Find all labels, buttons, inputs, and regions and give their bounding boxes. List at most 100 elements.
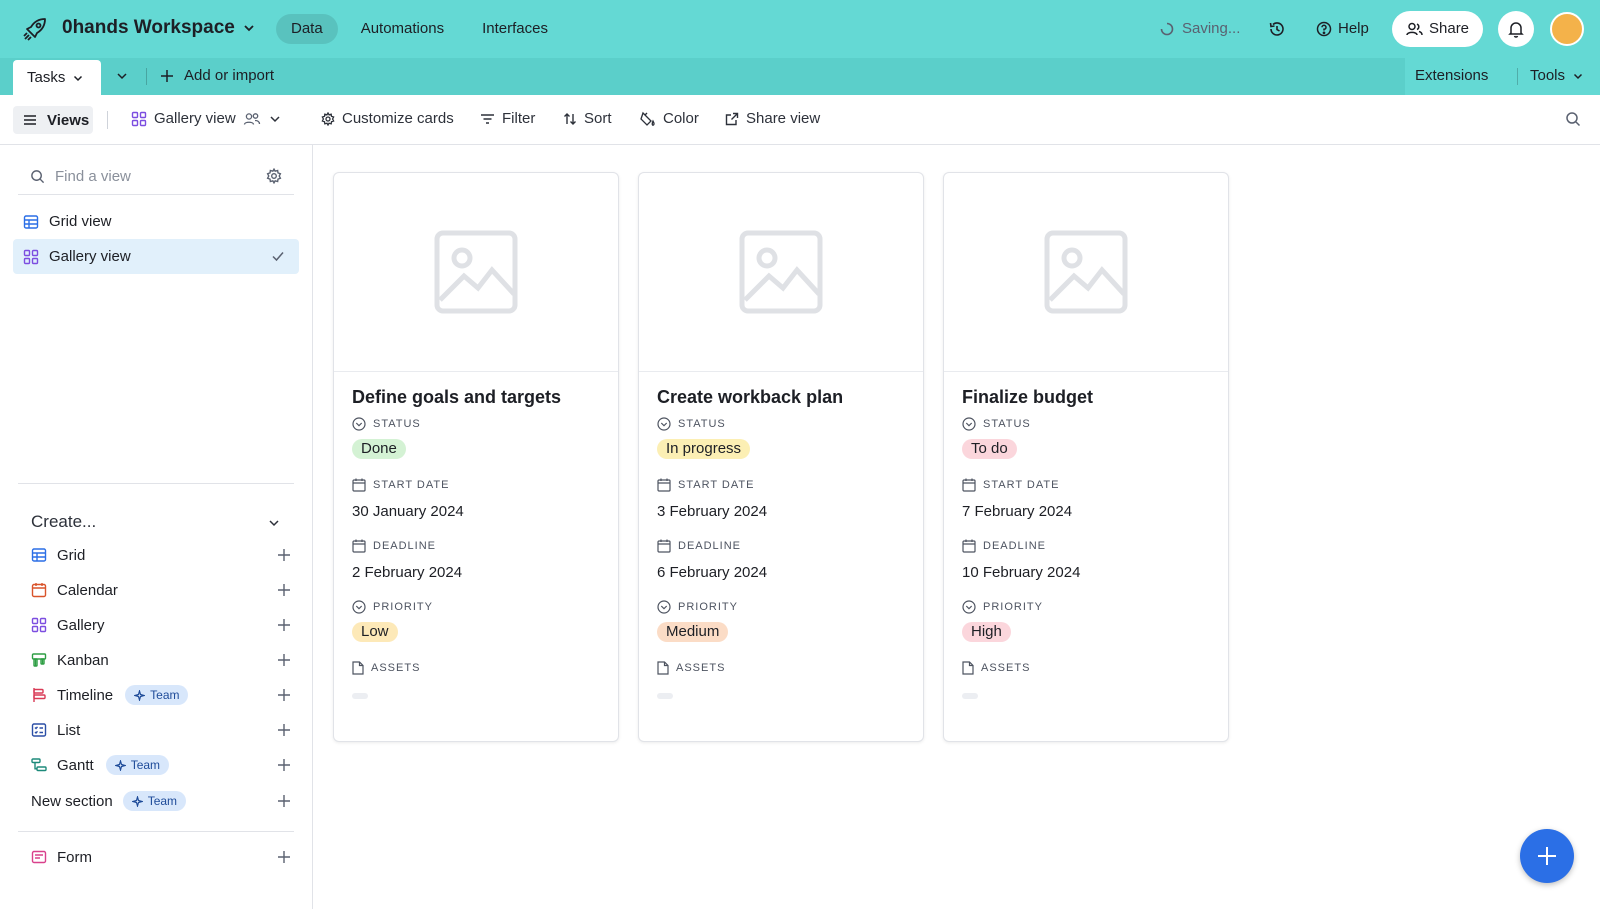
add-import-label: Add or import <box>184 67 275 84</box>
calendar-icon <box>962 478 976 492</box>
gallery-card[interactable]: Define goals and targets STATUS Done STA… <box>333 172 619 742</box>
field-label-text: STATUS <box>678 418 726 430</box>
external-link-icon <box>725 112 739 126</box>
search-icon <box>30 169 45 184</box>
gantt-icon <box>31 757 47 773</box>
help-button[interactable]: Help <box>1316 20 1369 37</box>
share-view-button[interactable]: Share view <box>725 110 820 127</box>
plus-icon[interactable] <box>277 850 291 864</box>
tools-button[interactable]: Tools <box>1530 67 1583 84</box>
file-icon <box>962 661 974 675</box>
gallery-card[interactable]: Finalize budget STATUS To do START DATE … <box>943 172 1229 742</box>
plus-icon[interactable] <box>277 758 291 772</box>
plus-icon <box>1536 845 1558 867</box>
share-button[interactable]: Share <box>1392 11 1484 47</box>
nav-interfaces[interactable]: Interfaces <box>467 14 563 44</box>
tab-tasks[interactable]: Tasks <box>13 60 101 95</box>
chevron-down-icon[interactable] <box>267 516 281 530</box>
filter-label: Filter <box>502 110 536 127</box>
views-toggle-button[interactable]: Views <box>13 106 93 134</box>
image-placeholder-icon <box>434 230 518 314</box>
deadline-value: 2 February 2024 <box>352 564 463 581</box>
extensions-button[interactable]: Extensions <box>1415 67 1488 84</box>
create-new-section[interactable]: New section Team <box>31 787 291 815</box>
create-grid[interactable]: Grid <box>31 541 291 569</box>
gear-icon[interactable] <box>266 168 282 184</box>
current-view-button[interactable]: Gallery view <box>131 110 282 127</box>
priority-icon <box>352 600 366 614</box>
create-gallery[interactable]: Gallery <box>31 611 291 639</box>
calendar-icon <box>352 478 366 492</box>
plus-icon[interactable] <box>277 653 291 667</box>
plus-icon[interactable] <box>277 548 291 562</box>
customize-cards-button[interactable]: Customize cards <box>321 110 454 127</box>
card-image-placeholder <box>639 173 923 372</box>
sort-button[interactable]: Sort <box>563 110 612 127</box>
create-list[interactable]: List <box>31 716 291 744</box>
nav-automations[interactable]: Automations <box>346 14 459 44</box>
field-label-priority: PRIORITY <box>962 600 1043 614</box>
create-form[interactable]: Form <box>31 843 291 871</box>
timeline-icon <box>31 687 47 703</box>
card-title: Define goals and targets <box>352 387 562 407</box>
sparkle-icon <box>134 689 146 701</box>
field-label-priority: PRIORITY <box>352 600 433 614</box>
field-label-start-date: START DATE <box>657 478 754 492</box>
filter-button[interactable]: Filter <box>480 110 535 127</box>
sidebar-divider <box>18 831 294 832</box>
deadline-value: 10 February 2024 <box>962 564 1081 581</box>
workspace-switcher[interactable]: 0hands Workspace <box>62 17 255 39</box>
field-label-start-date: START DATE <box>352 478 449 492</box>
sort-label: Sort <box>584 110 612 127</box>
field-label-deadline: DEADLINE <box>962 539 1046 553</box>
notifications-button[interactable] <box>1498 11 1534 47</box>
plus-icon[interactable] <box>277 794 291 808</box>
customize-cards-label: Customize cards <box>342 110 454 127</box>
add-or-import-button[interactable]: Add or import <box>160 67 274 84</box>
gallery-card[interactable]: Create workback plan STATUS In progress … <box>638 172 924 742</box>
field-label-text: PRIORITY <box>983 601 1043 613</box>
create-calendar[interactable]: Calendar <box>31 576 291 604</box>
priority-icon <box>657 600 671 614</box>
color-button[interactable]: Color <box>640 110 699 127</box>
avatar[interactable] <box>1550 12 1584 46</box>
view-label: Grid view <box>49 213 112 230</box>
create-section-heading[interactable]: Create... <box>31 512 96 532</box>
team-badge: Team <box>105 755 170 775</box>
field-label-start-date: START DATE <box>962 478 1059 492</box>
team-badge: Team <box>125 685 189 705</box>
sidebar-view-gallery[interactable]: Gallery view <box>13 239 299 274</box>
help-label: Help <box>1338 20 1369 37</box>
sort-icon <box>563 112 577 126</box>
field-label-assets: ASSETS <box>352 661 420 675</box>
create-kanban[interactable]: Kanban <box>31 646 291 674</box>
users-icon <box>1406 22 1423 36</box>
card-image-placeholder <box>334 173 618 372</box>
all-tables-chevron-icon[interactable] <box>115 69 129 83</box>
status-icon <box>352 417 366 431</box>
plus-icon[interactable] <box>277 618 291 632</box>
add-record-button[interactable] <box>1520 829 1574 883</box>
rocket-icon[interactable] <box>22 16 48 42</box>
nav-data[interactable]: Data <box>276 14 338 44</box>
field-label-text: ASSETS <box>981 662 1031 674</box>
menu-icon <box>23 114 37 126</box>
find-view-input[interactable] <box>55 168 255 185</box>
team-badge: Team <box>122 791 187 811</box>
file-icon <box>657 661 669 675</box>
plus-icon[interactable] <box>277 583 291 597</box>
plus-icon[interactable] <box>277 723 291 737</box>
paint-bucket-icon <box>640 111 656 127</box>
field-label-text: PRIORITY <box>373 601 433 613</box>
card-title: Finalize budget <box>962 387 1094 407</box>
history-icon[interactable] <box>1268 20 1286 38</box>
plus-icon[interactable] <box>277 688 291 702</box>
priority-badge: High <box>962 622 1011 642</box>
calendar-icon <box>962 539 976 553</box>
create-gantt[interactable]: Gantt Team <box>31 751 291 779</box>
file-icon <box>352 661 364 675</box>
color-label: Color <box>663 110 699 127</box>
search-icon[interactable] <box>1565 111 1581 127</box>
create-timeline[interactable]: Timeline Team <box>31 681 291 709</box>
sidebar-view-grid[interactable]: Grid view <box>13 204 299 239</box>
